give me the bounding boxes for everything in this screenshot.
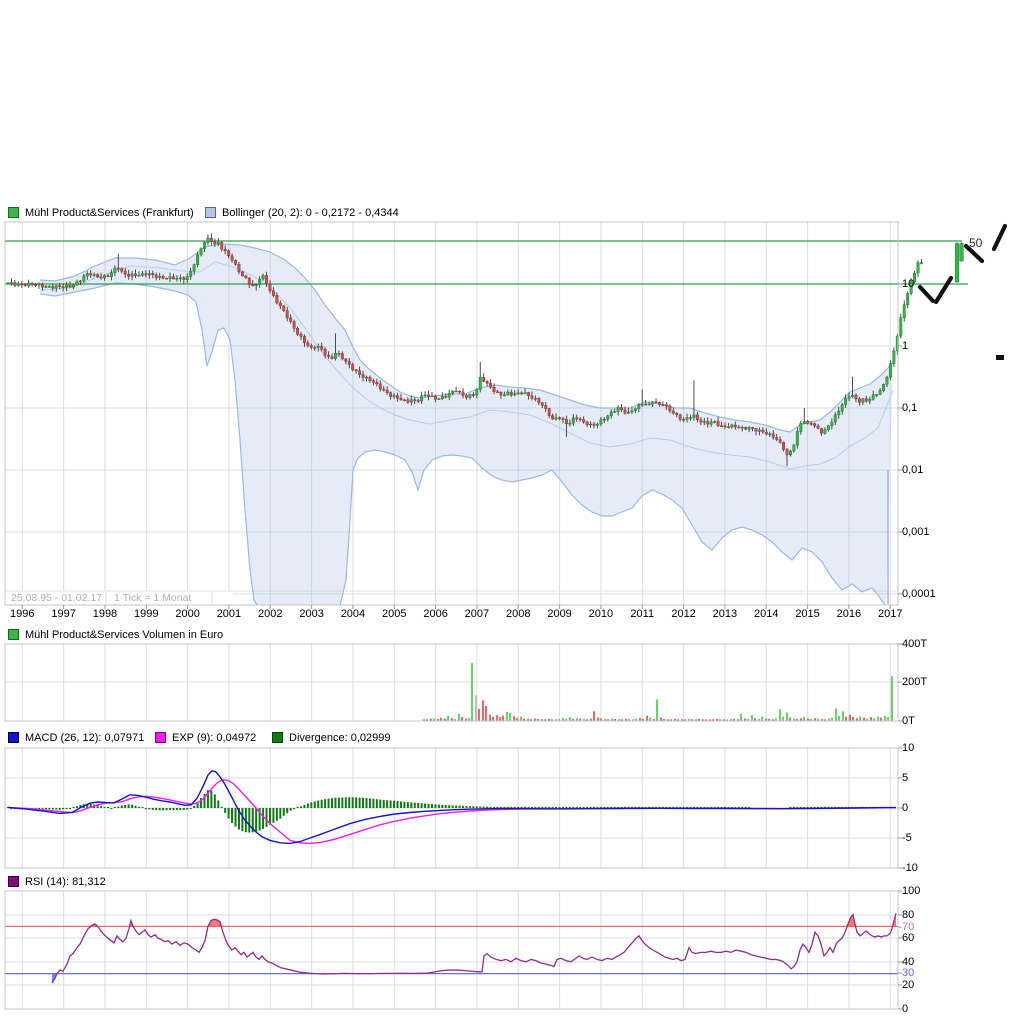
rsi-axis-tick-label: 0 — [902, 1003, 908, 1015]
x-axis-year-label: 1996 — [0, 608, 44, 621]
rsi-axis-tick-label: 30 — [902, 967, 914, 979]
price-axis-tick-label: 0,0001 — [902, 588, 936, 600]
macd-panel-series — [7, 771, 896, 844]
x-axis-year-label: 2010 — [579, 608, 623, 621]
x-axis-year-label: 2003 — [290, 608, 334, 621]
date-range-text: 25.08.95 - 01.02.17 — [11, 592, 102, 604]
x-axis-year-label: 1999 — [124, 608, 168, 621]
tick-interval-text: 1 Tick = 1 Monat — [114, 592, 191, 604]
rsi-axis-tick-label: 60 — [902, 932, 914, 944]
x-axis-year-label: 2017 — [868, 608, 912, 621]
rsi-panel-series — [5, 913, 898, 983]
volume-bars — [423, 663, 893, 721]
x-axis-year-label: 1997 — [42, 608, 86, 621]
macd-axis-tick-label: 5 — [902, 772, 908, 784]
rsi-axis-tick-label: 100 — [902, 885, 920, 897]
x-axis-year-label: 2012 — [662, 608, 706, 621]
x-axis-year-label: 1998 — [83, 608, 127, 621]
x-axis-year-label: 2001 — [207, 608, 251, 621]
rsi-axis-tick-label: 80 — [902, 909, 914, 921]
bollinger-band — [40, 244, 893, 606]
x-axis-year-label: 2009 — [538, 608, 582, 621]
x-axis-year-label: 2013 — [703, 608, 747, 621]
x-axis-year-label: 2000 — [166, 608, 210, 621]
macd-axis-tick-label: 0 — [902, 802, 908, 814]
x-axis-year-label: 2014 — [744, 608, 788, 621]
x-axis-year-label: 2008 — [496, 608, 540, 621]
x-axis-year-label: 2016 — [827, 608, 871, 621]
price-axis-tick-label: 10 — [902, 278, 914, 290]
x-axis-year-label: 2007 — [455, 608, 499, 621]
volume-axis-tick-label: 0T — [902, 715, 915, 727]
price-axis-tick-label: 0,01 — [902, 464, 923, 476]
volume-axis-tick-label: 400T — [902, 638, 927, 650]
rsi-axis-tick-label: 20 — [902, 979, 914, 991]
x-axis-year-label: 2004 — [331, 608, 375, 621]
volume-axis-tick-label: 200T — [902, 676, 927, 688]
hand-annotation-50-label: 50 — [969, 236, 982, 250]
multi-panel-stock-chart: 25.08.95 - 01.02.17 1 Tick = 1 Monat — [0, 0, 1032, 1023]
detached-candles — [955, 242, 963, 282]
price-axis-tick-label: 0,1 — [902, 402, 917, 414]
price-axis-tick-label: 0,001 — [902, 526, 930, 538]
stock-chart-page: { "colors": { "grid": "#dcdcdc", "border… — [0, 0, 1032, 1023]
x-axis-year-label: 2006 — [414, 608, 458, 621]
x-axis-year-label: 2015 — [786, 608, 830, 621]
x-axis-year-label: 2002 — [248, 608, 292, 621]
macd-axis-tick-label: 10 — [902, 742, 914, 754]
price-axis-tick-label: 1 — [902, 340, 908, 352]
macd-axis-tick-label: -5 — [902, 832, 912, 844]
macd-axis-tick-label: -10 — [902, 862, 918, 874]
info-bar: 25.08.95 - 01.02.17 1 Tick = 1 Monat — [5, 591, 898, 604]
x-axis-year-label: 2005 — [372, 608, 416, 621]
x-axis-year-label: 2011 — [620, 608, 664, 621]
